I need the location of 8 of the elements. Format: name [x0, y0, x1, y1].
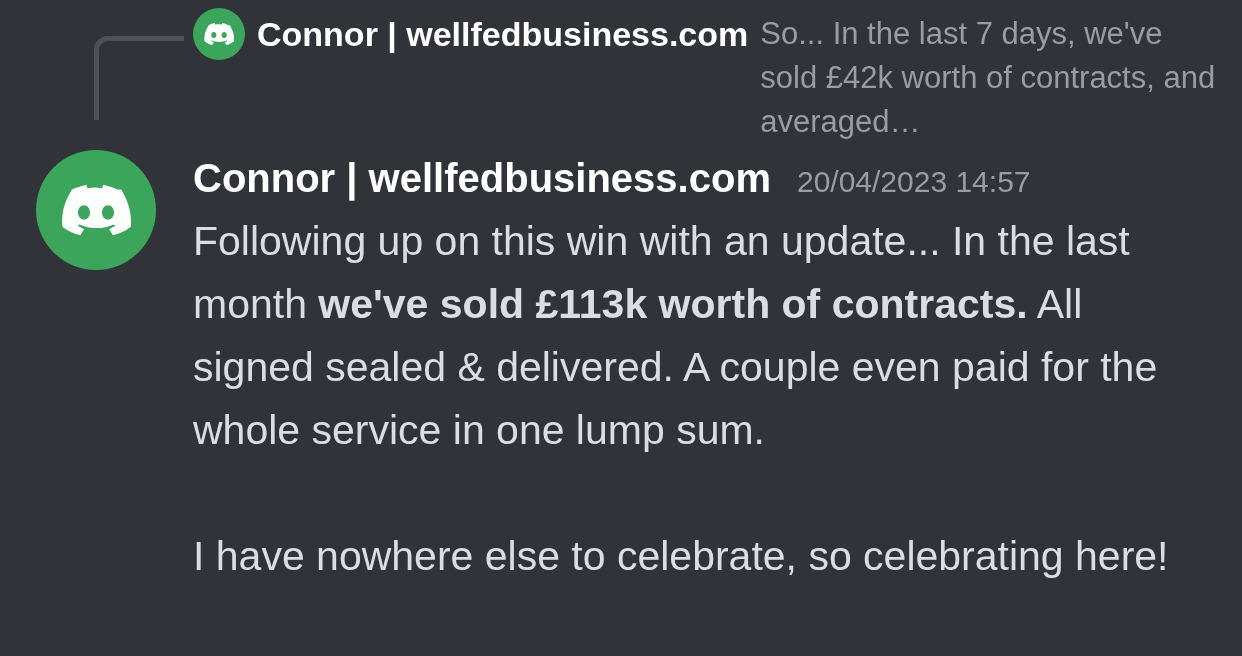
avatar-icon	[36, 150, 156, 270]
message-text: I have nowhere else to celebrate, so celebrating here!	[193, 532, 1170, 581]
reply-author-name[interactable]: Connor | wellfedbusiness.com	[257, 8, 749, 60]
reply-avatar-icon	[193, 8, 245, 60]
reply-preview-text[interactable]: So... In the last 7 days, we've sold £42k worth of contracts, and averaged…	[760, 12, 1223, 144]
author-name[interactable]: Connor | wellfedbusiness.com	[193, 150, 771, 206]
message-timestamp: 20/04/2023 14:57	[796, 164, 1031, 200]
message-text: Following up on this win with an update... In the last month we've sold £113k worth of contracts. All signed sealed & delivered. A couple even paid for the whole service in one lump sum.	[193, 217, 1159, 455]
